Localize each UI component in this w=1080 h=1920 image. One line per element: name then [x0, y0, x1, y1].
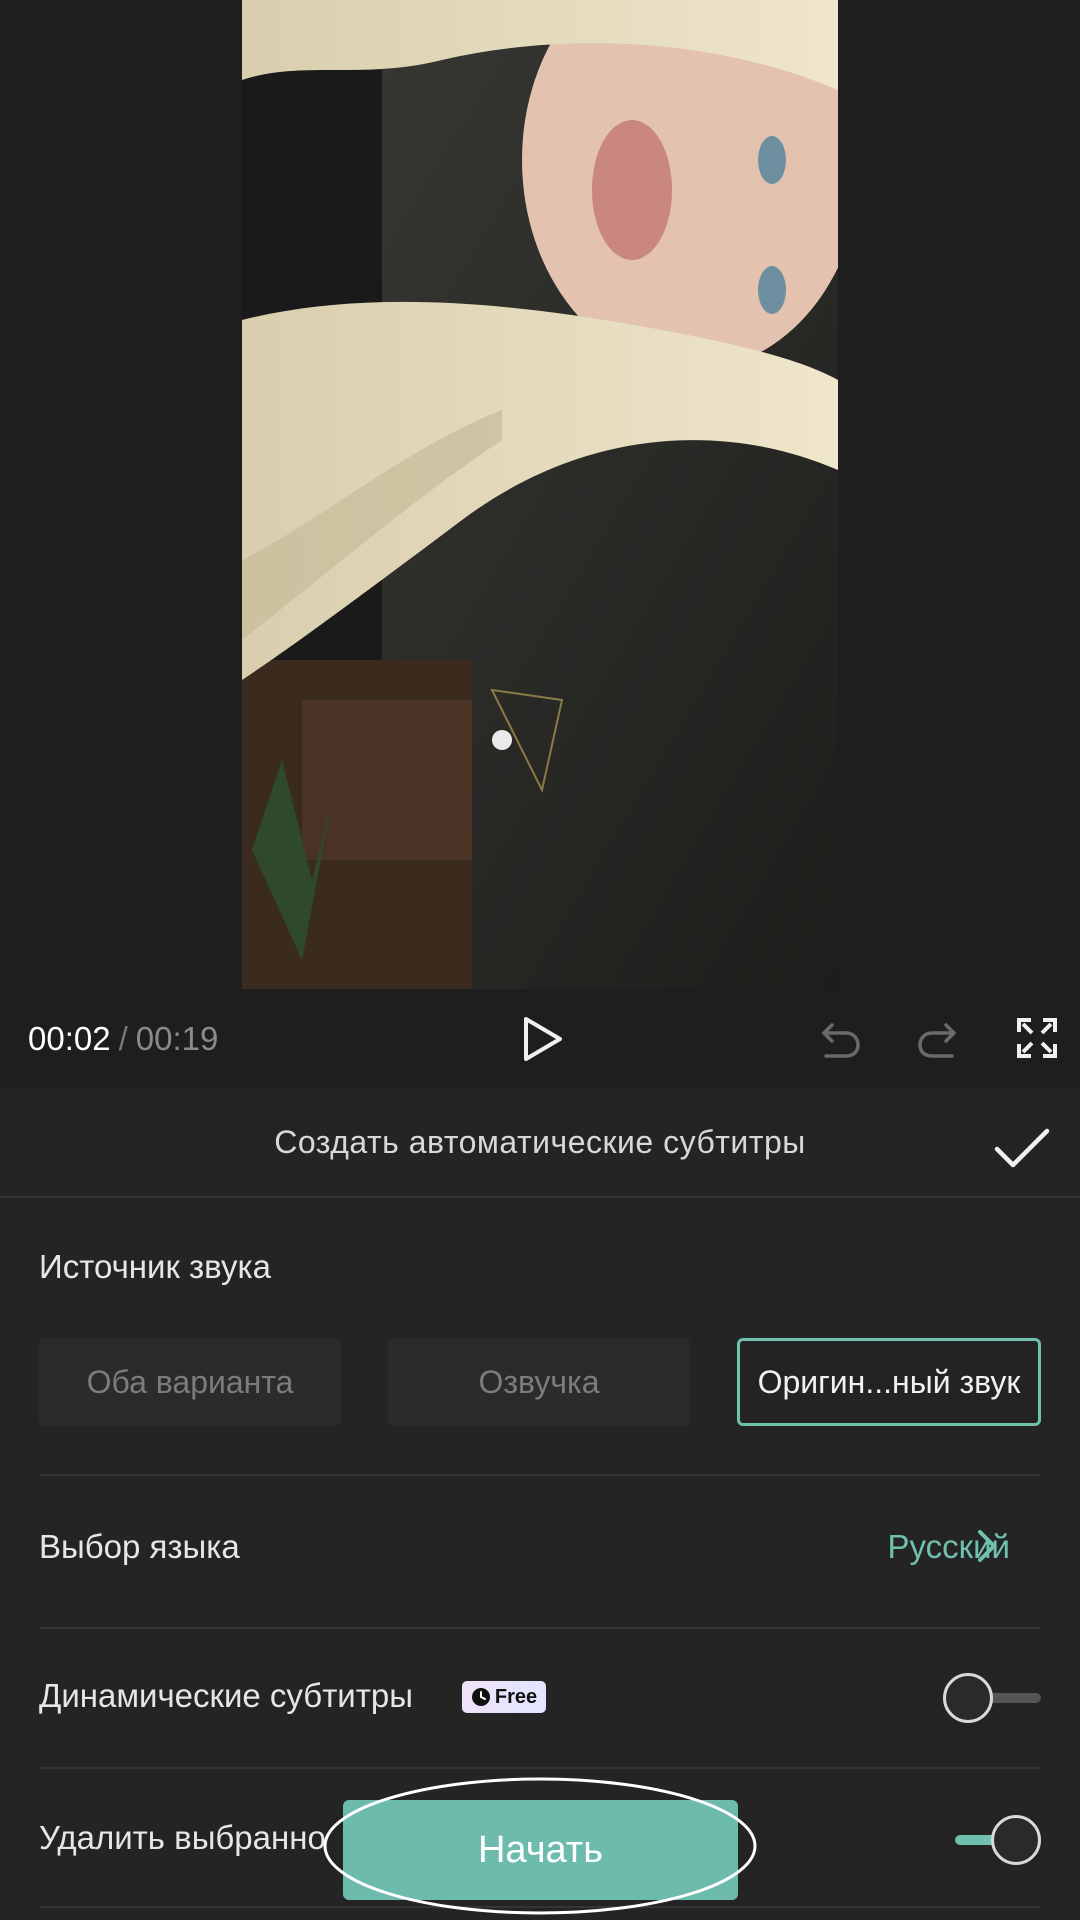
fullscreen-button[interactable] — [1008, 1009, 1066, 1067]
audio-source-label: Источник звука — [39, 1248, 271, 1285]
redo-button[interactable] — [910, 1011, 966, 1067]
current-time: 00:02 — [28, 1020, 111, 1057]
confirm-button[interactable] — [992, 1124, 1052, 1174]
chevron-right-icon — [978, 1530, 996, 1562]
fullscreen-icon — [1017, 1018, 1057, 1058]
divider — [39, 1767, 1041, 1769]
undo-icon — [822, 1023, 860, 1058]
total-time: 00:19 — [135, 1020, 219, 1057]
clock-icon — [471, 1687, 491, 1707]
timecode: 00:02/00:19 — [28, 1019, 218, 1059]
language-label: Выбор языка — [39, 1528, 240, 1565]
free-badge: Free — [462, 1681, 546, 1713]
video-thumbnail-image — [242, 0, 838, 989]
redo-icon — [918, 1023, 956, 1058]
play-icon — [524, 1017, 562, 1061]
source-option-both[interactable]: Оба варианта — [39, 1338, 341, 1426]
language-chevron-button[interactable] — [972, 1526, 1002, 1566]
toggle-knob — [991, 1815, 1041, 1865]
screen: 00:02/00:19 Создать автоматические субти… — [0, 0, 1080, 1920]
delete-selected-toggle[interactable] — [941, 1815, 1041, 1865]
divider — [39, 1474, 1041, 1476]
source-option-original-sound[interactable]: Оригин...ный звук — [737, 1338, 1041, 1426]
checkmark-icon — [994, 1128, 1050, 1168]
sheet-header: Создать автоматические субтитры — [0, 1088, 1080, 1198]
video-preview-area: 00:02/00:19 — [0, 0, 1080, 1088]
start-button[interactable]: Начать — [343, 1800, 738, 1900]
playback-bar: 00:02/00:19 — [0, 989, 1080, 1088]
divider — [39, 1627, 1041, 1629]
auto-subtitles-sheet: Создать автоматические субтитры Источник… — [0, 1088, 1080, 1920]
sheet-title: Создать автоматические субтитры — [274, 1124, 806, 1160]
divider — [39, 1906, 1041, 1908]
dynamic-subtitles-label: Динамические субтитры — [39, 1677, 413, 1714]
dynamic-subtitles-toggle[interactable] — [941, 1673, 1041, 1723]
time-separator: / — [118, 1020, 128, 1057]
free-badge-label: Free — [494, 1685, 538, 1708]
toggle-knob — [943, 1673, 993, 1723]
video-frame[interactable] — [242, 0, 838, 989]
undo-button[interactable] — [812, 1011, 868, 1067]
source-option-voiceover[interactable]: Озвучка — [388, 1338, 690, 1426]
delete-selected-label: Удалить выбранно — [39, 1819, 326, 1856]
play-button[interactable] — [512, 1009, 572, 1069]
